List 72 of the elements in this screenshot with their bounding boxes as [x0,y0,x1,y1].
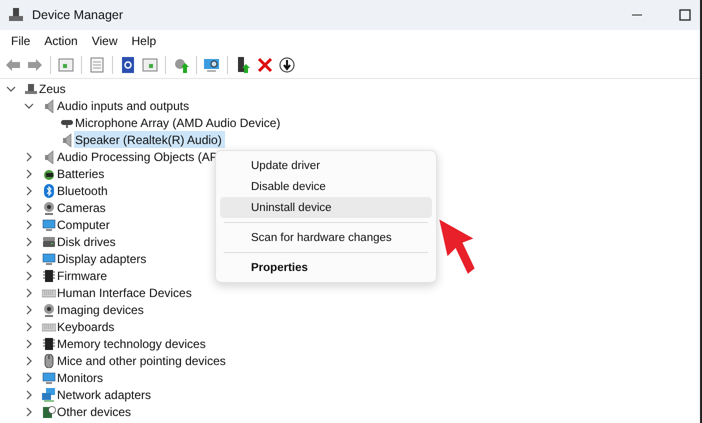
panel-icon[interactable] [141,56,159,74]
speaker-icon [42,98,56,112]
device-manager-icon [8,7,24,23]
context-menu-item[interactable]: Properties [220,257,432,278]
disk-icon [42,234,56,248]
expand-chevron-icon[interactable] [24,254,34,264]
document-icon[interactable] [88,56,106,74]
expand-chevron-icon[interactable] [24,338,34,348]
other-icon [42,404,56,418]
expand-chevron-icon[interactable] [24,236,34,246]
tree-item[interactable]: Disk drives [56,233,119,250]
expand-chevron-icon[interactable] [24,288,34,298]
tree-item[interactable]: Firmware [56,267,110,284]
menu-item[interactable]: Help [124,32,164,50]
tree-item[interactable]: Audio inputs and outputs [56,97,192,114]
monitor-search-icon[interactable] [203,56,221,74]
tree-item[interactable]: Display adapters [56,250,150,267]
network-icon [42,388,56,402]
monitor-icon [42,252,56,266]
tree-item[interactable]: Microphone Array (AMD Audio Device) [74,114,284,131]
context-menu-item[interactable]: Disable device [220,176,432,197]
maximize-icon[interactable] [678,8,692,22]
expand-chevron-icon[interactable] [24,168,34,178]
tree-item[interactable]: Speaker (Realtek(R) Audio) [74,131,225,148]
expand-chevron-icon[interactable] [24,270,34,280]
computer-icon [24,82,38,96]
expand-chevron-icon[interactable] [24,186,34,196]
expand-chevron-icon[interactable] [24,390,34,400]
expand-chevron-icon[interactable] [24,372,34,382]
chip-icon [42,268,56,282]
menu-item[interactable]: View [84,32,124,50]
tree-item[interactable]: Memory technology devices [56,335,209,352]
tree-item[interactable]: Zeus [38,80,69,97]
bluetooth-icon [42,184,56,198]
forward-arrow-icon[interactable] [26,56,44,74]
expand-chevron-icon[interactable] [24,152,34,162]
camera-icon [42,302,56,316]
mouse-icon [42,354,56,368]
tree-item[interactable]: Network adapters [56,386,154,403]
tree-item[interactable]: Monitors [56,369,106,386]
tree-item[interactable]: Keyboards [56,318,118,335]
tree-item[interactable]: Imaging devices [56,301,147,318]
tree-item[interactable]: Computer [56,216,113,233]
camera-icon [42,200,56,214]
chip-icon [42,336,56,350]
panel-icon[interactable] [57,56,75,74]
monitor-icon [42,370,56,384]
collapse-chevron-icon[interactable] [6,84,16,94]
expand-chevron-icon[interactable] [24,406,34,416]
context-menu-item[interactable]: Update driver [220,155,432,176]
tree-item[interactable]: Human Interface Devices [56,284,195,301]
expand-chevron-icon[interactable] [24,304,34,314]
expand-chevron-icon[interactable] [24,202,34,212]
expand-chevron-icon[interactable] [24,356,34,366]
menu-item[interactable]: File [4,32,38,50]
expand-chevron-icon[interactable] [24,322,34,332]
collapse-chevron-icon[interactable] [24,100,34,110]
tree-item[interactable]: Batteries [56,165,108,182]
monitor-icon [42,218,56,232]
tree-item[interactable]: Cameras [56,199,109,216]
tree-item[interactable]: Other devices [56,403,134,420]
speaker-icon [60,132,74,146]
close-icon[interactable] [256,56,274,74]
speaker-icon [42,150,56,164]
context-menu-item[interactable]: Scan for hardware changes [220,227,432,248]
tree-item[interactable]: Bluetooth [56,182,111,199]
download-icon[interactable] [278,56,296,74]
expand-chevron-icon[interactable] [24,220,34,230]
window-title: Device Manager [32,8,124,22]
context-menu-item[interactable]: Uninstall device [220,197,432,218]
menu-item[interactable]: Action [37,32,85,50]
tree-item[interactable]: Mice and other pointing devices [56,352,229,369]
